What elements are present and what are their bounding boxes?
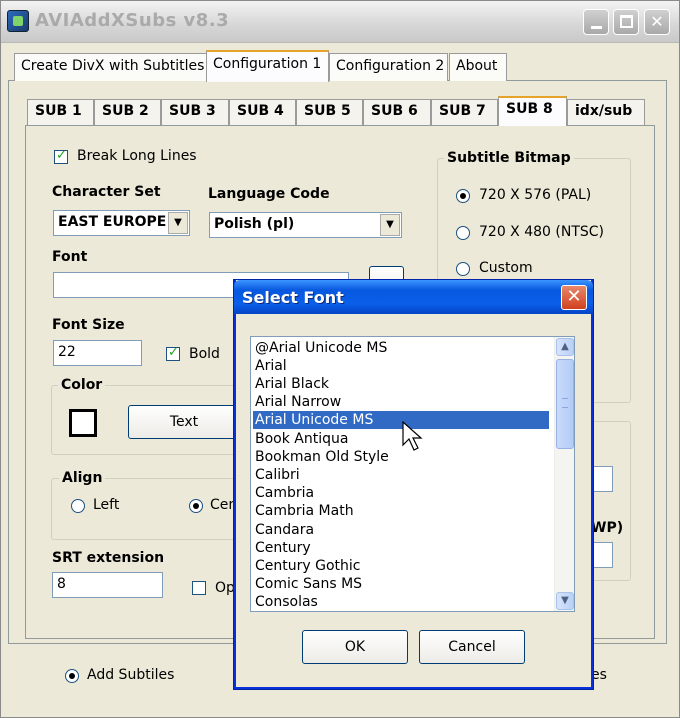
chevron-up-icon[interactable]: ▲	[556, 338, 574, 356]
bold-checkbox[interactable]	[166, 345, 180, 361]
ok-button[interactable]: OK	[302, 630, 408, 664]
tab-sub-8[interactable]: SUB 8	[498, 96, 567, 126]
chevron-down-icon[interactable]: ▼	[168, 212, 188, 234]
list-item[interactable]: Cambria	[253, 484, 549, 502]
srt-extension-field[interactable]: 8	[52, 572, 163, 598]
right-bottom-label: es	[591, 667, 607, 683]
maximize-button[interactable]	[613, 9, 639, 35]
tab-create-divx[interactable]: Create DivX with Subtitles	[14, 53, 207, 81]
add-subtitles-label: Add Subtiles	[87, 667, 175, 683]
dialog-title-bar[interactable]: Select Font ✕	[234, 280, 593, 314]
list-item[interactable]: Calibri	[253, 466, 549, 484]
title-bar[interactable]: AVIAddXSubs v8.3 ✕	[1, 1, 679, 43]
font-label: Font	[52, 249, 88, 265]
list-item[interactable]: Arial Black	[253, 375, 549, 393]
tab-about[interactable]: About	[449, 53, 507, 81]
align-left-label: Left	[93, 497, 120, 513]
list-item[interactable]: Book Antiqua	[253, 430, 549, 448]
language-code-select[interactable]: Polish (pl) ▼	[209, 212, 402, 238]
close-button[interactable]: ✕	[644, 9, 670, 35]
subtitle-bitmap-label: Subtitle Bitmap	[444, 150, 574, 166]
tab-sub-6[interactable]: SUB 6	[363, 99, 431, 125]
color-label: Color	[58, 377, 106, 393]
list-item[interactable]: @Arial Unicode MS	[253, 339, 549, 357]
minimize-button[interactable]	[583, 9, 609, 35]
minimize-icon	[591, 26, 602, 29]
list-item[interactable]: Candara	[253, 521, 549, 539]
list-item[interactable]: Cambria Math	[253, 502, 549, 520]
add-subtitles-radio[interactable]	[65, 669, 79, 683]
align-center-radio[interactable]	[189, 499, 203, 513]
tab-sub-5[interactable]: SUB 5	[296, 99, 363, 125]
list-item[interactable]: Consolas	[253, 593, 549, 611]
scrollbar-thumb[interactable]	[556, 359, 574, 449]
app-icon	[7, 10, 29, 32]
bitmap-ntsc-radio[interactable]	[456, 226, 470, 240]
align-left-radio[interactable]	[71, 499, 85, 513]
list-item[interactable]: Century Gothic	[253, 557, 549, 575]
maximize-icon	[620, 15, 633, 28]
bitmap-custom-radio[interactable]	[456, 262, 470, 276]
dialog-close-button[interactable]: ✕	[561, 285, 587, 310]
font-list-scrollbar[interactable]: ▲ ▼	[554, 337, 574, 611]
cancel-button[interactable]: Cancel	[419, 630, 525, 664]
bold-label: Bold	[189, 346, 220, 362]
chevron-down-icon[interactable]: ▼	[556, 592, 574, 610]
srt-extension-label: SRT extension	[52, 550, 165, 566]
list-item[interactable]: Arial	[253, 357, 549, 375]
tab-sub-3[interactable]: SUB 3	[161, 99, 229, 125]
window-title: AVIAddXSubs v8.3	[35, 10, 230, 31]
tab-sub-1[interactable]: SUB 1	[27, 99, 94, 125]
color-swatch[interactable]	[69, 409, 97, 437]
tab-sub-4[interactable]: SUB 4	[229, 99, 296, 125]
break-long-lines-label: Break Long Lines	[77, 148, 197, 164]
bitmap-pal-label: 720 X 576 (PAL)	[479, 187, 592, 203]
wp-label: WP)	[591, 520, 624, 536]
bitmap-custom-label: Custom	[479, 260, 533, 276]
bitmap-pal-radio[interactable]	[456, 189, 470, 203]
list-item[interactable]: Bookman Old Style	[253, 448, 549, 466]
select-font-dialog: Select Font ✕ @Arial Unicode MS Arial Ar…	[234, 280, 593, 689]
break-long-lines-checkbox[interactable]	[54, 148, 68, 164]
tab-configuration-1[interactable]: Configuration 1	[206, 50, 329, 82]
close-icon: ✕	[650, 12, 664, 31]
character-set-label: Character Set	[52, 184, 161, 200]
font-list[interactable]: @Arial Unicode MS Arial Arial Black Aria…	[250, 336, 575, 612]
list-item[interactable]: Comic Sans MS	[253, 575, 549, 593]
tab-configuration-2[interactable]: Configuration 2	[329, 53, 448, 81]
character-set-select[interactable]: EAST EUROPE ▼	[53, 210, 190, 236]
right-field-1[interactable]	[591, 466, 613, 492]
options-checkbox[interactable]	[192, 581, 206, 595]
list-item[interactable]: Arial Narrow	[253, 393, 549, 411]
list-item[interactable]: Century	[253, 539, 549, 557]
language-code-label: Language Code	[208, 186, 330, 202]
text-color-button[interactable]: Text	[128, 405, 240, 439]
chevron-down-icon[interactable]: ▼	[380, 214, 400, 236]
close-icon: ✕	[566, 286, 582, 307]
tab-sub-7[interactable]: SUB 7	[431, 99, 498, 125]
list-item-selected[interactable]: Arial Unicode MS	[252, 410, 550, 430]
right-field-2[interactable]	[591, 542, 613, 568]
dialog-title: Select Font	[242, 288, 344, 307]
font-size-label: Font Size	[52, 317, 125, 333]
tab-sub-2[interactable]: SUB 2	[94, 99, 161, 125]
font-size-field[interactable]: 22	[53, 340, 142, 366]
mouse-cursor-icon	[402, 421, 423, 451]
bitmap-ntsc-label: 720 X 480 (NTSC)	[479, 224, 604, 240]
align-label: Align	[59, 470, 106, 486]
options-label: Op	[215, 580, 235, 596]
tab-idx-sub[interactable]: idx/sub	[567, 99, 645, 125]
